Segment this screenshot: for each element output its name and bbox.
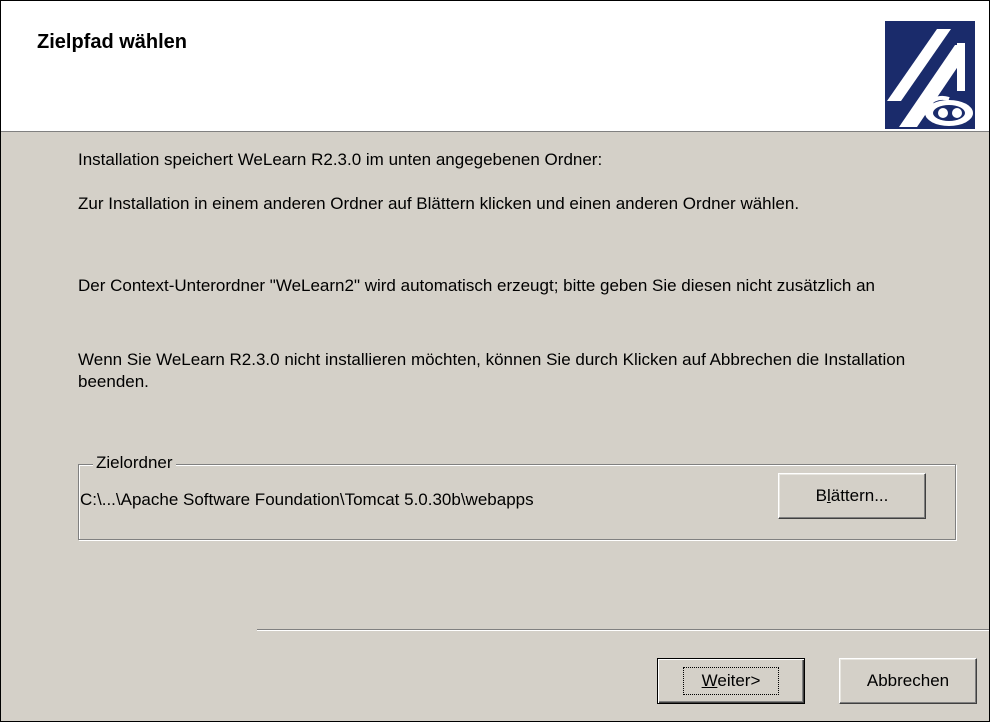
subfolder-note-paragraph: Der Context-Unterordner "WeLearn2" wird … <box>78 276 876 295</box>
setup-dialog: Zielpfad wählen Installation speichert W… <box>0 0 990 722</box>
cancel-hint-paragraph: Wenn Sie WeLearn R2.3.0 nicht installier… <box>78 350 906 391</box>
destination-path: C:\...\Apache Software Foundation\Tomcat… <box>80 490 534 509</box>
footer-separator <box>257 629 989 631</box>
browse-button-label: Blättern... <box>815 486 889 505</box>
cancel-button[interactable]: Abbrechen <box>839 658 977 704</box>
cancel-button-label: Abbrechen <box>866 671 950 690</box>
browse-button[interactable]: Blättern... <box>778 473 926 519</box>
page-title: Zielpfad wählen <box>37 31 188 53</box>
destination-folder-legend: Zielordner <box>93 453 176 473</box>
intro-paragraph: Installation speichert WeLearn R2.3.0 im… <box>78 150 603 169</box>
installer-logo-icon <box>885 21 975 129</box>
next-button[interactable]: Weiter> <box>657 658 805 704</box>
next-button-label: Weiter> <box>682 667 780 695</box>
dialog-header: Zielpfad wählen <box>1 1 989 132</box>
browse-hint-paragraph: Zur Installation in einem anderen Ordner… <box>78 194 800 213</box>
